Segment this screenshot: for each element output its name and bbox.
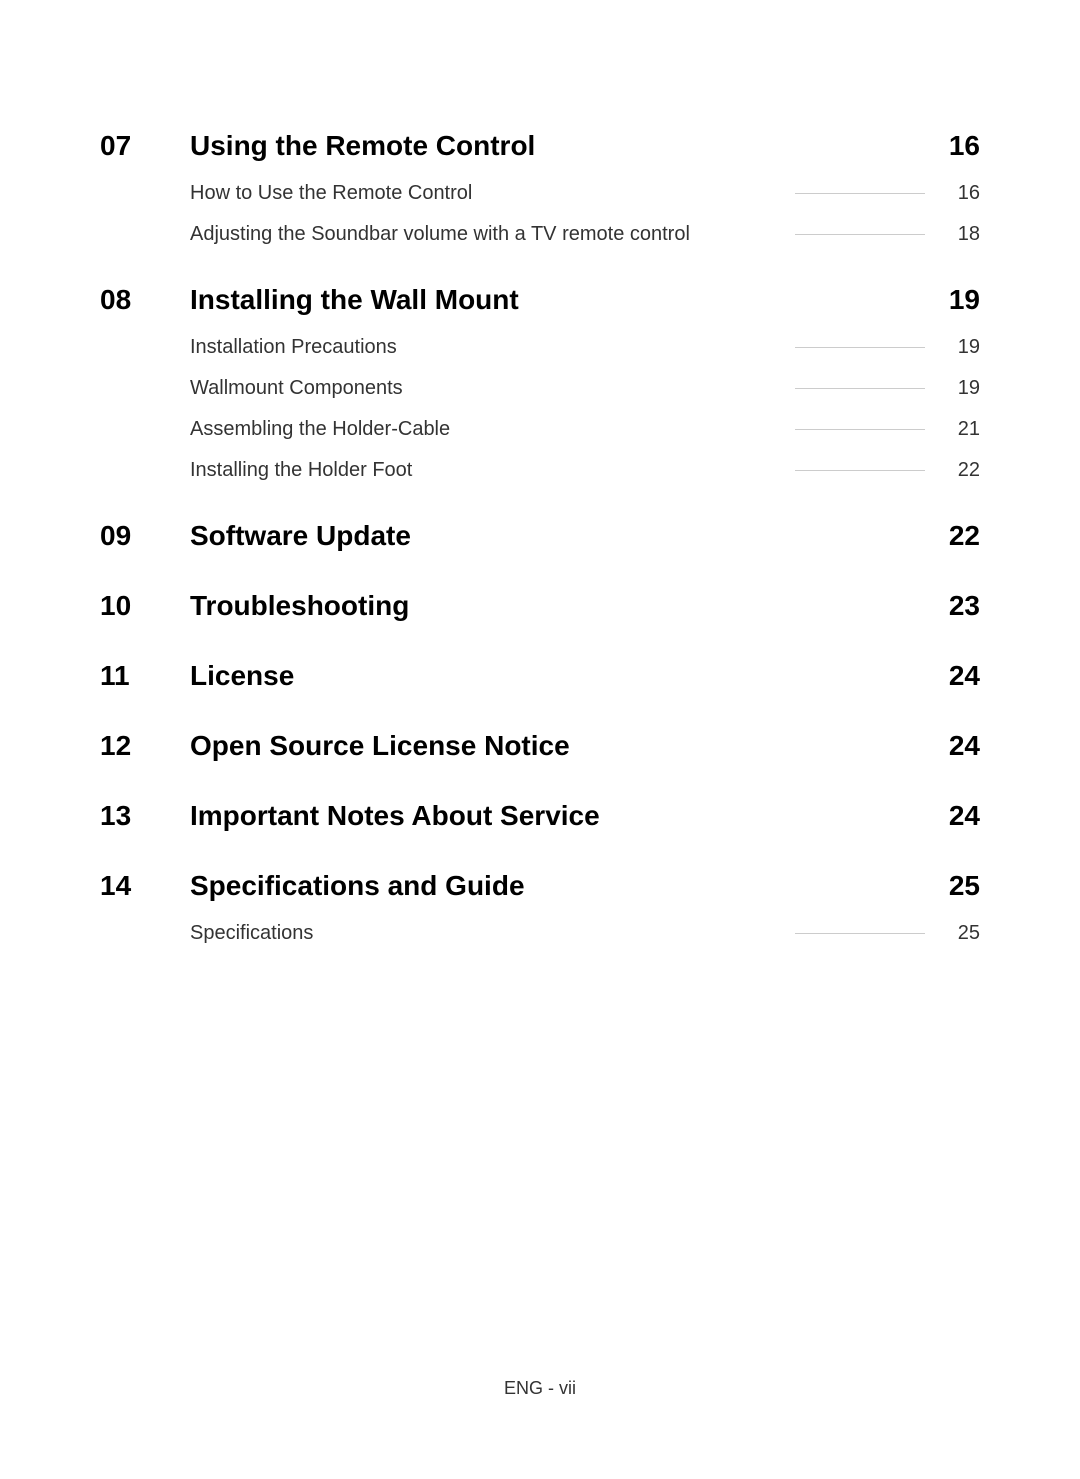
- toc-sub-item[interactable]: Installing the Holder Foot 22: [190, 459, 980, 482]
- section-title: Important Notes About Service: [190, 800, 920, 832]
- sub-items: Installation Precautions 19 Wallmount Co…: [100, 336, 980, 482]
- leader-line: [795, 933, 925, 934]
- leader-line: [795, 429, 925, 430]
- section-header[interactable]: 14 Specifications and Guide 25: [100, 870, 980, 902]
- toc-section-11: 11 License 24: [100, 660, 980, 692]
- sub-item-title: Installing the Holder Foot: [190, 459, 412, 482]
- section-number: 07: [100, 130, 190, 162]
- sub-item-page: 16: [940, 182, 980, 205]
- section-header[interactable]: 09 Software Update 22: [100, 520, 980, 552]
- section-title: Using the Remote Control: [190, 130, 920, 162]
- section-title: License: [190, 660, 920, 692]
- sub-item-title: Wallmount Components: [190, 377, 403, 400]
- sub-items: Specifications 25: [100, 922, 980, 945]
- section-header[interactable]: 10 Troubleshooting 23: [100, 590, 980, 622]
- toc-section-12: 12 Open Source License Notice 24: [100, 730, 980, 762]
- toc-sub-item[interactable]: Assembling the Holder-Cable 21: [190, 418, 980, 441]
- leader-line: [795, 470, 925, 471]
- toc-sub-item[interactable]: Wallmount Components 19: [190, 377, 980, 400]
- page-footer: ENG - vii: [0, 1378, 1080, 1399]
- section-page: 24: [920, 730, 980, 762]
- section-header[interactable]: 11 License 24: [100, 660, 980, 692]
- sub-item-page: 18: [940, 223, 980, 246]
- toc-section-14: 14 Specifications and Guide 25 Specifica…: [100, 870, 980, 945]
- section-page: 16: [920, 130, 980, 162]
- section-number: 10: [100, 590, 190, 622]
- section-title: Specifications and Guide: [190, 870, 920, 902]
- sub-item-title: How to Use the Remote Control: [190, 182, 472, 205]
- section-page: 25: [920, 870, 980, 902]
- sub-item-title: Adjusting the Soundbar volume with a TV …: [190, 223, 690, 246]
- leader-line: [795, 193, 925, 194]
- section-title: Open Source License Notice: [190, 730, 920, 762]
- toc-sub-item[interactable]: Installation Precautions 19: [190, 336, 980, 359]
- leader-line: [795, 347, 925, 348]
- section-page: 19: [920, 284, 980, 316]
- sub-items: How to Use the Remote Control 16 Adjusti…: [100, 182, 980, 246]
- leader-line: [795, 234, 925, 235]
- toc-sub-item[interactable]: Specifications 25: [190, 922, 980, 945]
- section-header[interactable]: 12 Open Source License Notice 24: [100, 730, 980, 762]
- section-title: Troubleshooting: [190, 590, 920, 622]
- section-header[interactable]: 08 Installing the Wall Mount 19: [100, 284, 980, 316]
- toc-sub-item[interactable]: Adjusting the Soundbar volume with a TV …: [190, 223, 980, 246]
- toc-sub-item[interactable]: How to Use the Remote Control 16: [190, 182, 980, 205]
- toc-section-08: 08 Installing the Wall Mount 19 Installa…: [100, 284, 980, 482]
- section-title: Installing the Wall Mount: [190, 284, 920, 316]
- sub-item-title: Installation Precautions: [190, 336, 397, 359]
- leader-line: [795, 388, 925, 389]
- sub-item-page: 21: [940, 418, 980, 441]
- section-number: 11: [100, 660, 190, 692]
- sub-item-title: Specifications: [190, 922, 313, 945]
- toc-section-13: 13 Important Notes About Service 24: [100, 800, 980, 832]
- section-page: 23: [920, 590, 980, 622]
- section-header[interactable]: 13 Important Notes About Service 24: [100, 800, 980, 832]
- section-number: 14: [100, 870, 190, 902]
- toc-section-09: 09 Software Update 22: [100, 520, 980, 552]
- sub-item-page: 25: [940, 922, 980, 945]
- section-page: 22: [920, 520, 980, 552]
- section-number: 13: [100, 800, 190, 832]
- sub-item-page: 19: [940, 377, 980, 400]
- sub-item-page: 22: [940, 459, 980, 482]
- sub-item-page: 19: [940, 336, 980, 359]
- sub-item-title: Assembling the Holder-Cable: [190, 418, 450, 441]
- section-header[interactable]: 07 Using the Remote Control 16: [100, 130, 980, 162]
- section-number: 12: [100, 730, 190, 762]
- toc-content: 07 Using the Remote Control 16 How to Us…: [0, 0, 1080, 945]
- section-page: 24: [920, 660, 980, 692]
- section-page: 24: [920, 800, 980, 832]
- toc-section-07: 07 Using the Remote Control 16 How to Us…: [100, 130, 980, 246]
- section-title: Software Update: [190, 520, 920, 552]
- toc-section-10: 10 Troubleshooting 23: [100, 590, 980, 622]
- section-number: 08: [100, 284, 190, 316]
- section-number: 09: [100, 520, 190, 552]
